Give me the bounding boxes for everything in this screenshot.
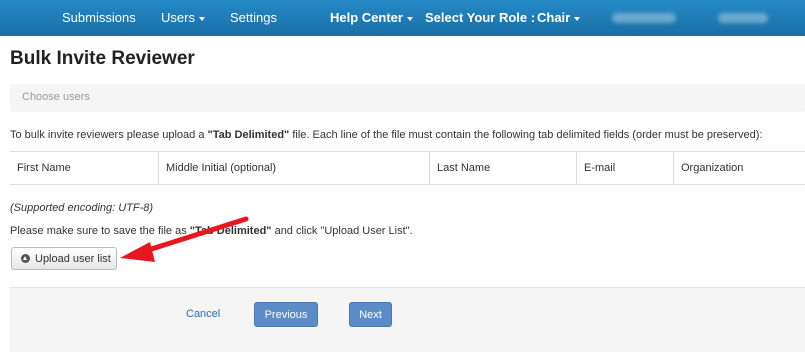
cancel-link[interactable]: Cancel (186, 308, 220, 320)
previous-button[interactable]: Previous (254, 302, 318, 327)
wizard-footer (10, 287, 805, 352)
next-button[interactable]: Next (349, 302, 392, 327)
